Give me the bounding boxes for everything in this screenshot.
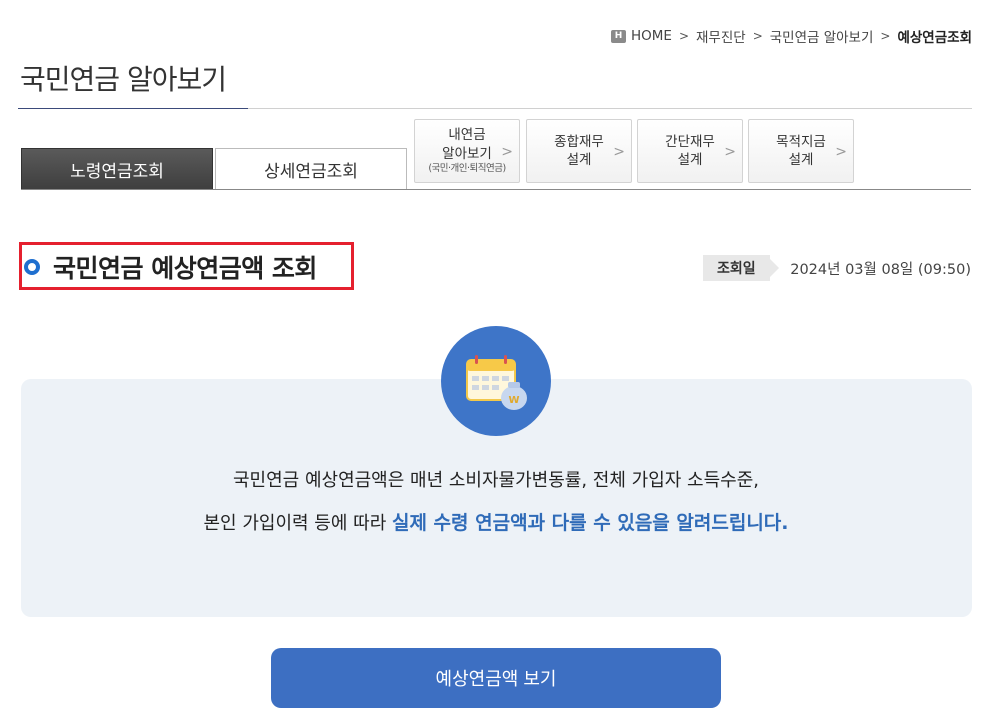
inquiry-date-label: 조회일 [703,255,779,281]
info-text-highlight: 실제 수령 연금액과 다를 수 있음을 알려드립니다. [391,512,789,534]
breadcrumb-item-national-pension[interactable]: 국민연금 알아보기 [770,26,874,46]
svg-text:W: W [508,395,519,406]
total-finance-label-1: 종합재무 [554,133,604,150]
simple-finance-label-2: 설계 [677,152,703,168]
breadcrumb-separator: > [678,29,689,43]
section-bullet-icon [24,259,40,275]
view-estimated-pension-button[interactable]: 예상연금액 보기 [271,648,721,708]
goal-fund-plan-button[interactable]: 목적지금 설계 > [748,119,854,183]
simple-finance-plan-button[interactable]: 간단재무 설계 > [637,119,743,183]
tab-detailed-pension[interactable]: 상세연금조회 [215,148,407,190]
info-text-plain: 본인 가입이력 등에 따라 [203,513,392,534]
chevron-right-icon: > [835,144,847,160]
chevron-right-icon: > [724,144,736,160]
my-pension-label-1: 내연금 [448,127,486,144]
goal-fund-label-1: 목적지금 [776,133,826,150]
info-text-line-2: 본인 가입이력 등에 따라 실제 수령 연금액과 다를 수 있음을 알려드립니다… [0,508,992,535]
breadcrumb-separator: > [880,29,891,43]
section-title: 국민연금 예상연금액 조회 [53,254,317,283]
breadcrumb-current: 예상연금조회 [897,30,972,46]
my-pension-sub-label: (국민·개인·퇴직연금) [428,162,506,174]
title-divider [18,108,972,109]
simple-finance-label-1: 간단재무 [665,133,715,150]
my-pension-button[interactable]: 내연금 알아보기 (국민·개인·퇴직연금) > [414,119,520,183]
breadcrumb-separator: > [752,29,763,43]
page-title: 국민연금 알아보기 [20,63,227,96]
my-pension-label-2: 알아보기 [442,145,492,162]
breadcrumb-item-finance-diagnosis[interactable]: 재무진단 [696,26,746,46]
total-finance-label-2: 설계 [566,152,592,168]
breadcrumb: H HOME > 재무진단 > 국민연금 알아보기 > 예상연금조회 [610,26,972,46]
tabs-divider [21,189,971,190]
calendar-moneybag-icon: W [441,326,551,436]
tab-old-age-pension[interactable]: 노령연금조회 [21,148,213,190]
info-text-line-1: 국민연금 예상연금액은 매년 소비자물가변동률, 전체 가입자 소득수준, [232,470,759,491]
chevron-right-icon: > [501,144,513,160]
home-icon[interactable]: H [610,29,626,43]
inquiry-date-value: 2024년 03월 08일 (09:50) [790,262,971,278]
chevron-right-icon: > [613,144,625,160]
goal-fund-label-2: 설계 [788,152,814,168]
total-finance-plan-button[interactable]: 종합재무 설계 > [526,119,632,183]
breadcrumb-home[interactable]: HOME [631,28,672,44]
